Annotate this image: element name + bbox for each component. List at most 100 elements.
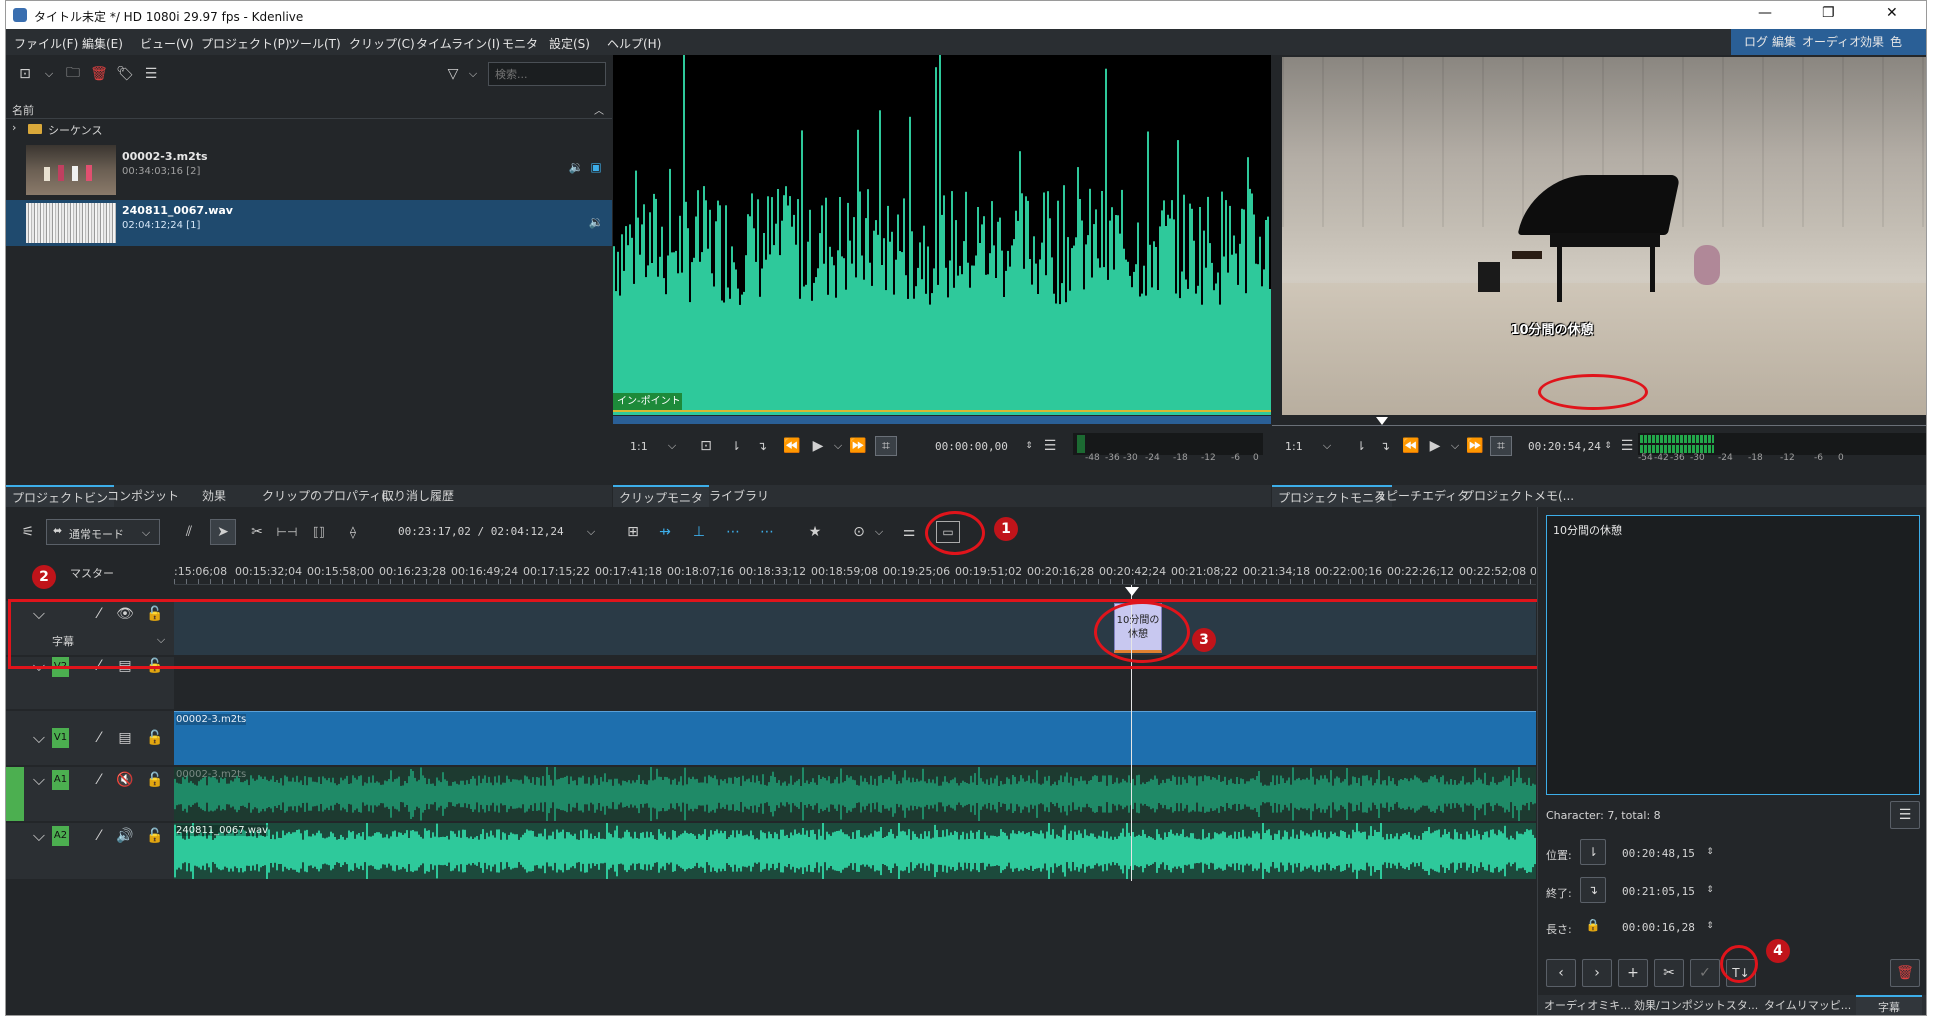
menu-help[interactable]: ヘルプ(H) [607,35,661,52]
tab-clip-monitor[interactable]: クリップモニタ [613,485,710,507]
chevron-down-icon[interactable]: ⌵ [872,523,886,541]
stepper-icon[interactable]: ⇕ [1704,841,1716,863]
audio-icon[interactable]: 🔉 [588,214,604,230]
edit-mode-select[interactable]: ⬌ 通常モード ⌵ [46,519,160,545]
layout-audio[interactable]: オーディオ [1799,33,1864,51]
menu-monitor[interactable]: モニタ [502,35,538,52]
collapse-icon[interactable]: ⌵ [28,770,50,789]
layout-effects[interactable]: 効果 [1857,33,1887,51]
effect-wand-icon[interactable]: ⁄ [90,729,108,747]
bin-folder-row[interactable]: › シーケンス [6,119,612,139]
audio-clip-a1[interactable]: 00002-3.m2ts [174,767,1536,821]
collapse-icon[interactable]: ⌵ [28,826,50,845]
menu-project[interactable]: プロジェクト(P) [201,35,290,52]
layout-edit[interactable]: 編集 [1769,33,1799,51]
set-end-button[interactable]: ↴ [1580,877,1606,903]
collapse-icon[interactable]: ⌵ [28,728,50,747]
lock-icon[interactable]: 🔓 [146,827,164,845]
chevron-down-icon[interactable]: ⌵ [42,65,56,83]
tab-project-bin[interactable]: プロジェクトビン [6,485,115,507]
set-out-icon[interactable]: ↴ [753,437,771,455]
timeline-ruler[interactable]: :15:06;08 00:15:32;04 00:15:58;00 00:16:… [174,559,1536,585]
menu-icon[interactable]: ☰ [1041,437,1059,455]
filmstrip-icon[interactable]: ▤ [116,729,134,747]
track-settings-icon[interactable]: ⚟ [18,523,38,541]
mixer-icon[interactable]: ⚌ [898,521,920,543]
chevron-down-icon[interactable]: ⌵ [665,437,679,455]
extract-icon[interactable]: ⋯ [722,521,744,543]
menu-clip[interactable]: クリップ(C) [349,35,415,52]
bin-search-input[interactable] [488,62,606,86]
next-subtitle-button[interactable]: › [1582,959,1612,987]
audio-icon[interactable]: 🔉 [568,159,584,175]
menu-settings[interactable]: 設定(S) [549,35,590,52]
mute-icon[interactable]: 🔇 [116,771,134,789]
add-clip-icon[interactable]: ⊡ [16,65,34,83]
video-clip-v1[interactable]: 00002-3.m2ts [174,711,1536,765]
restore-button[interactable]: ❐ [1822,5,1835,21]
tab-effects[interactable]: 効果 [196,485,232,507]
favorite-icon[interactable]: ★ [804,521,826,543]
rewind-icon[interactable]: ⏪ [783,437,801,455]
effect-wand-icon[interactable]: ⁄ [90,771,108,789]
lock-icon[interactable]: 🔓 [146,729,164,747]
minimize-button[interactable]: — [1758,5,1772,21]
menu-icon[interactable]: ☰ [142,65,160,83]
zone-icon[interactable]: ⋯ [756,521,778,543]
tab-undo-history[interactable]: 取り消し履歴 [376,485,460,507]
stepper-icon[interactable]: ⇕ [1704,915,1716,937]
clip-timecode[interactable]: 00:00:00,00 [935,440,1008,453]
lift-icon[interactable]: ⊥ [688,521,710,543]
video-icon[interactable]: ▣ [588,159,604,175]
record-icon[interactable]: ⊙ [848,521,870,543]
forward-icon[interactable]: ⏩ [849,437,867,455]
spacer-tool-icon[interactable]: ⊢⊣ [276,521,298,543]
add-subtitle-button[interactable]: + [1618,959,1648,987]
chevron-down-icon[interactable]: ⌵ [466,65,480,83]
set-position-button[interactable]: ⇂ [1580,839,1606,865]
menu-edit[interactable]: 編集(E) [82,35,123,52]
menu-timeline[interactable]: タイムライン(I) [416,35,500,52]
insert-icon[interactable]: ⊞ [622,521,644,543]
project-monitor-ruler[interactable] [1272,425,1926,431]
chevron-down-icon[interactable]: ⌵ [831,437,845,455]
tab-effect-stack[interactable]: 効果/コンポジットスタ... [1628,995,1764,1015]
prev-subtitle-button[interactable]: ‹ [1546,959,1576,987]
play-icon[interactable]: ▶ [1426,437,1444,455]
ripple-tool-icon[interactable]: ⟦⟧ [308,521,330,543]
delete-subtitle-button[interactable]: 🗑 [1890,959,1920,987]
fullscreen-icon[interactable]: ⊡ [697,437,715,455]
overwrite-icon[interactable]: ⇸ [654,521,676,543]
bin-clip-row[interactable]: 00002-3.m2ts 00:34:03;16 [2] 🔉 ▣ [6,145,612,195]
razor-effect-icon[interactable]: ⫽ [178,521,200,543]
chevron-up-icon[interactable]: ︿ [592,101,606,117]
folder-add-icon[interactable]: 🗀 [64,65,82,83]
cut-tool-icon[interactable]: ✂ [246,521,268,543]
select-tool-icon[interactable]: ➤ [210,519,236,545]
menu-file[interactable]: ファイル(F) [14,35,78,52]
play-icon[interactable]: ▶ [809,437,827,455]
effect-wand-icon[interactable]: ⁄ [90,827,108,845]
menu-tool[interactable]: ツール(T) [288,35,341,52]
clip-monitor-ruler[interactable] [613,416,1271,424]
dur-value[interactable]: 00:00:16,28 [1622,921,1695,934]
set-out-icon[interactable]: ↴ [1376,437,1394,455]
apply-subtitle-button[interactable]: ✓ [1690,959,1720,987]
tab-subtitles[interactable]: 字幕 [1856,995,1922,1015]
rewind-icon[interactable]: ⏪ [1402,437,1420,455]
set-in-icon[interactable]: ⇂ [727,437,745,455]
tag-icon[interactable]: 🏷 [116,65,134,83]
layout-log[interactable]: ログ [1741,33,1771,51]
pos-value[interactable]: 00:20:48,15 [1622,847,1695,860]
expand-icon[interactable]: › [12,121,16,134]
subtitle-menu-button[interactable]: ☰ [1890,801,1920,829]
stepper-icon[interactable]: ⇕ [1602,436,1614,456]
timeline-position[interactable]: 00:23:17,02 / 02:04:12,24 [398,525,564,538]
end-value[interactable]: 00:21:05,15 [1622,885,1695,898]
close-button[interactable]: ✕ [1886,5,1898,21]
audio-clip-a2[interactable]: 240811_0067.wav [174,823,1536,879]
stepper-icon[interactable]: ⇕ [1704,879,1716,901]
layout-color[interactable]: 色 [1887,33,1905,51]
tab-project-notes[interactable]: プロジェクトメモ(... [1456,485,1580,507]
playhead-marker[interactable] [1376,417,1388,425]
